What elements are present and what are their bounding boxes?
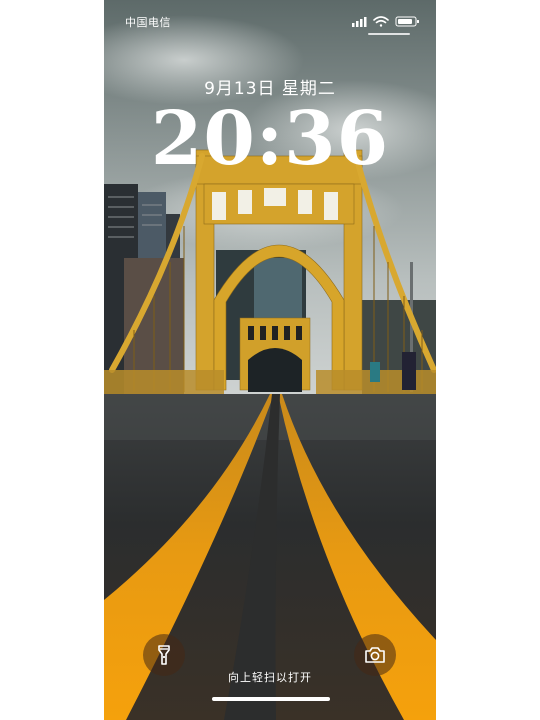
carrier-label: 中国电信 bbox=[125, 16, 171, 29]
control-center-indicator[interactable] bbox=[368, 33, 410, 35]
battery-icon bbox=[395, 16, 419, 27]
status-bar: 中国电信 bbox=[104, 0, 436, 40]
lock-screen: 中国电信 9月13日 星期二 20:36 向上轻扫以打开 bbox=[104, 0, 436, 720]
unlock-hint: 向上轻扫以打开 bbox=[228, 671, 312, 684]
cellular-signal-icon bbox=[352, 17, 367, 27]
wifi-icon bbox=[373, 16, 389, 27]
flashlight-icon bbox=[158, 645, 170, 665]
status-icons bbox=[352, 16, 419, 27]
lock-clock: 20:36 bbox=[150, 96, 390, 182]
camera-icon bbox=[365, 647, 385, 663]
home-indicator[interactable] bbox=[212, 697, 330, 701]
